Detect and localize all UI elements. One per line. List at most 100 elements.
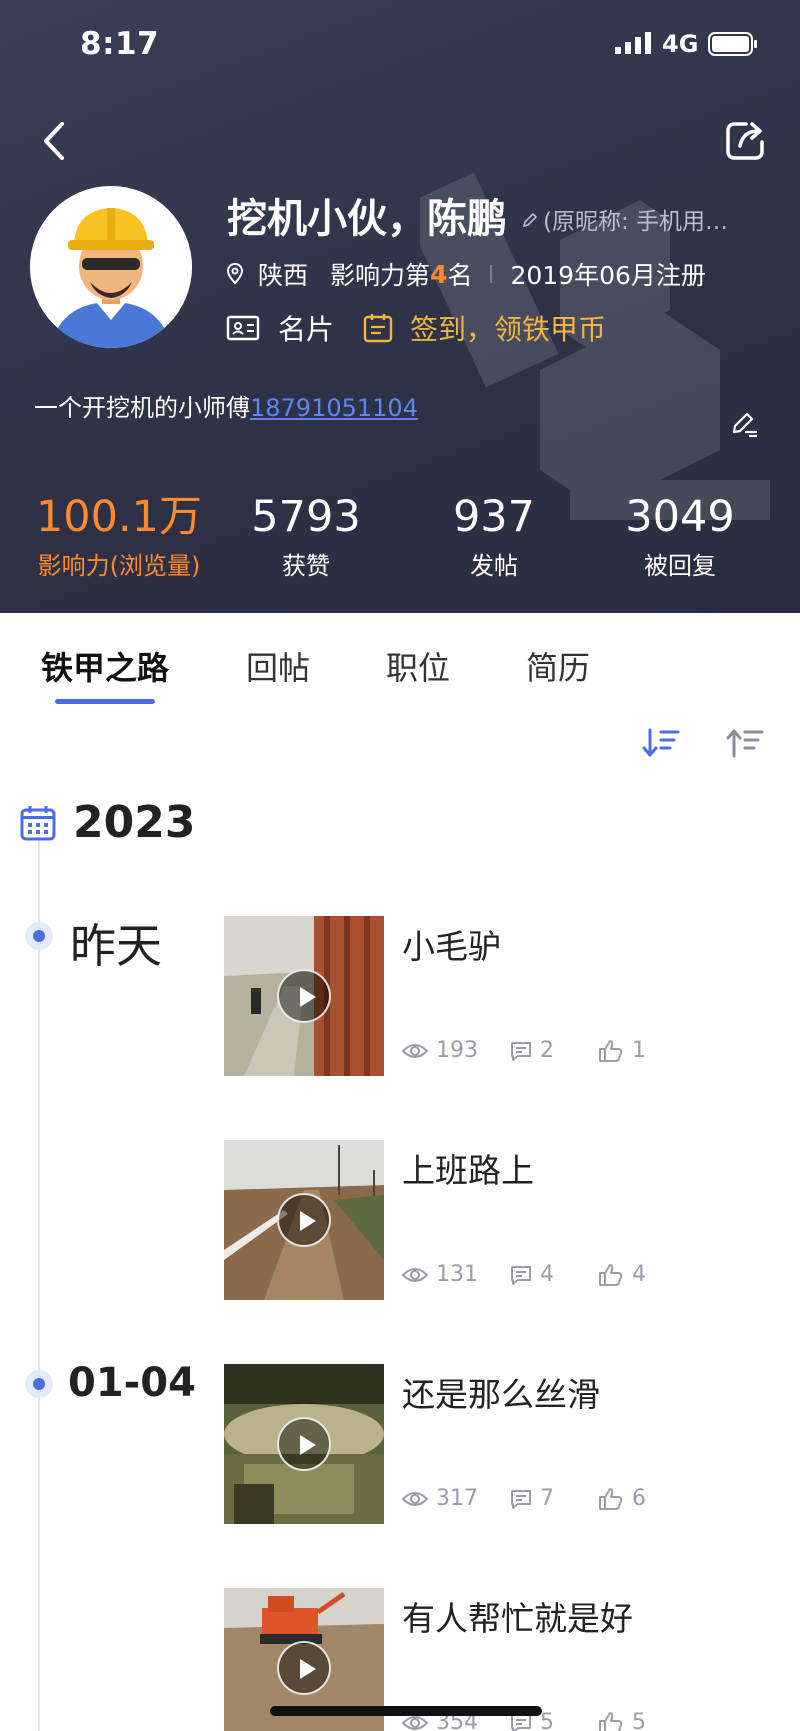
avatar-illustration xyxy=(30,186,192,348)
play-icon[interactable] xyxy=(277,969,331,1023)
post-item[interactable]: 还是那么丝滑 317 7 6 xyxy=(224,1364,800,1526)
influence-rank: 4 xyxy=(430,259,448,289)
likes-count: 1 xyxy=(632,1038,646,1063)
like-icon xyxy=(599,1263,623,1286)
edit-icon[interactable] xyxy=(730,410,760,438)
eye-icon xyxy=(402,1043,428,1058)
tab-replies[interactable]: 回帖 xyxy=(246,643,310,689)
like-icon xyxy=(599,1711,623,1731)
views-count: 193 xyxy=(436,1038,478,1063)
play-icon[interactable] xyxy=(277,1641,331,1695)
back-icon[interactable] xyxy=(36,118,72,164)
signal-icon xyxy=(615,32,651,54)
post-meta: 193 2 1 xyxy=(402,1038,646,1063)
comments-count: 5 xyxy=(540,1710,554,1731)
likes[interactable]: 1 xyxy=(598,1038,646,1063)
play-icon[interactable] xyxy=(277,1417,331,1471)
action-row: 名片 签到，领铁甲币 xyxy=(226,308,606,348)
date-0104: 01-04 xyxy=(68,1360,196,1406)
stat-label: 被回复 xyxy=(644,552,716,580)
likes-count: 5 xyxy=(632,1710,646,1731)
views-count: 317 xyxy=(436,1486,478,1511)
eye-icon xyxy=(402,1267,428,1282)
stat-label: 获赞 xyxy=(282,552,330,580)
stat-likes[interactable]: 5793 获赞 xyxy=(236,490,376,581)
home-indicator xyxy=(270,1706,542,1716)
views: 131 xyxy=(402,1262,510,1287)
tab-road[interactable]: 铁甲之路 xyxy=(41,643,169,689)
sort-asc-icon[interactable] xyxy=(726,726,764,760)
like-icon xyxy=(599,1487,623,1510)
post-title[interactable]: 有人帮忙就是好 xyxy=(402,1592,633,1640)
views: 317 xyxy=(402,1486,510,1511)
post-thumbnail[interactable] xyxy=(224,1140,384,1300)
post-item[interactable]: 小毛驴 193 2 1 xyxy=(224,916,800,1078)
likes-count: 4 xyxy=(632,1262,646,1287)
stat-influence[interactable]: 100.1万 影响力(浏览量) xyxy=(30,490,208,581)
calendar-icon xyxy=(20,806,56,841)
comment-icon xyxy=(511,1265,531,1285)
name-row: 挖机小伙，陈鹏 (原昵称: 手机用… xyxy=(227,186,787,244)
tab-resume[interactable]: 简历 xyxy=(526,643,590,689)
likes[interactable]: 4 xyxy=(598,1262,646,1287)
stat-value: 3049 xyxy=(625,492,735,542)
comments-count: 7 xyxy=(540,1486,554,1511)
influence-prefix: 影响力第 xyxy=(330,261,431,290)
stat-label: 影响力(浏览量) xyxy=(37,552,201,580)
stat-label: 发帖 xyxy=(470,552,518,580)
comment-icon xyxy=(511,1489,531,1509)
post-title[interactable]: 小毛驴 xyxy=(402,920,501,968)
divider xyxy=(490,265,493,283)
comments: 2 xyxy=(510,1038,598,1063)
stat-value: 100.1万 xyxy=(35,492,203,542)
play-icon[interactable] xyxy=(277,1193,331,1247)
sort-desc-icon[interactable] xyxy=(642,726,680,760)
stat-posts[interactable]: 937 发帖 xyxy=(424,490,564,581)
status-bar: 8:17 4G xyxy=(0,0,800,90)
register-date: 2019年06月注册 xyxy=(510,261,706,290)
info-row: 陕西 影响力第 4 名 2019年06月注册 xyxy=(226,256,706,292)
comment-icon xyxy=(511,1041,531,1061)
battery-icon xyxy=(708,32,757,56)
edit-name-icon[interactable] xyxy=(521,211,539,229)
timeline-dot xyxy=(25,922,53,950)
timeline-dot xyxy=(25,1370,53,1398)
avatar[interactable] xyxy=(30,186,192,348)
stat-value: 937 xyxy=(452,492,536,542)
post-thumbnail[interactable] xyxy=(224,916,384,1076)
tab-jobs[interactable]: 职位 xyxy=(386,643,450,689)
like-icon xyxy=(599,1039,623,1062)
status-time: 8:17 xyxy=(80,26,160,62)
timeline-year: 2023 xyxy=(73,797,196,848)
checkin-button[interactable]: 签到，领铁甲币 xyxy=(410,308,606,348)
stats-row: 100.1万 影响力(浏览量) 5793 获赞 937 发帖 3049 被回复 xyxy=(0,490,800,600)
tab-indicator xyxy=(55,699,155,704)
comments-count: 2 xyxy=(540,1038,554,1063)
stat-replied[interactable]: 3049 被回复 xyxy=(610,490,750,581)
stat-value: 5793 xyxy=(251,492,361,542)
bio-phone-link[interactable]: 18791051104 xyxy=(250,394,418,422)
date-yesterday: 昨天 xyxy=(70,919,162,973)
likes-count: 6 xyxy=(632,1486,646,1511)
share-icon[interactable] xyxy=(724,118,768,162)
network-type: 4G xyxy=(662,30,699,58)
post-thumbnail[interactable] xyxy=(224,1364,384,1524)
location-icon xyxy=(226,262,244,285)
likes[interactable]: 6 xyxy=(598,1486,646,1511)
checkin-icon[interactable] xyxy=(362,312,394,344)
comments: 4 xyxy=(510,1262,598,1287)
location: 陕西 xyxy=(258,261,309,290)
post-title[interactable]: 上班路上 xyxy=(402,1144,534,1192)
likes[interactable]: 5 xyxy=(598,1710,646,1731)
bio: 一个开挖机的小师傅18791051104 xyxy=(34,388,418,423)
views: 193 xyxy=(402,1038,510,1063)
post-meta: 131 4 4 xyxy=(402,1262,646,1287)
profile-header: 8:17 4G 挖机小伙，陈鹏 (原昵称: 手机用… 陕西 影响力第 4 名 2… xyxy=(0,0,800,613)
comments: 7 xyxy=(510,1486,598,1511)
post-title[interactable]: 还是那么丝滑 xyxy=(402,1368,600,1416)
eye-icon xyxy=(402,1491,428,1506)
card-icon[interactable] xyxy=(226,315,260,341)
card-button[interactable]: 名片 xyxy=(278,308,334,348)
influence-suffix: 名 xyxy=(447,261,473,290)
post-item[interactable]: 上班路上 131 4 4 xyxy=(224,1140,800,1302)
